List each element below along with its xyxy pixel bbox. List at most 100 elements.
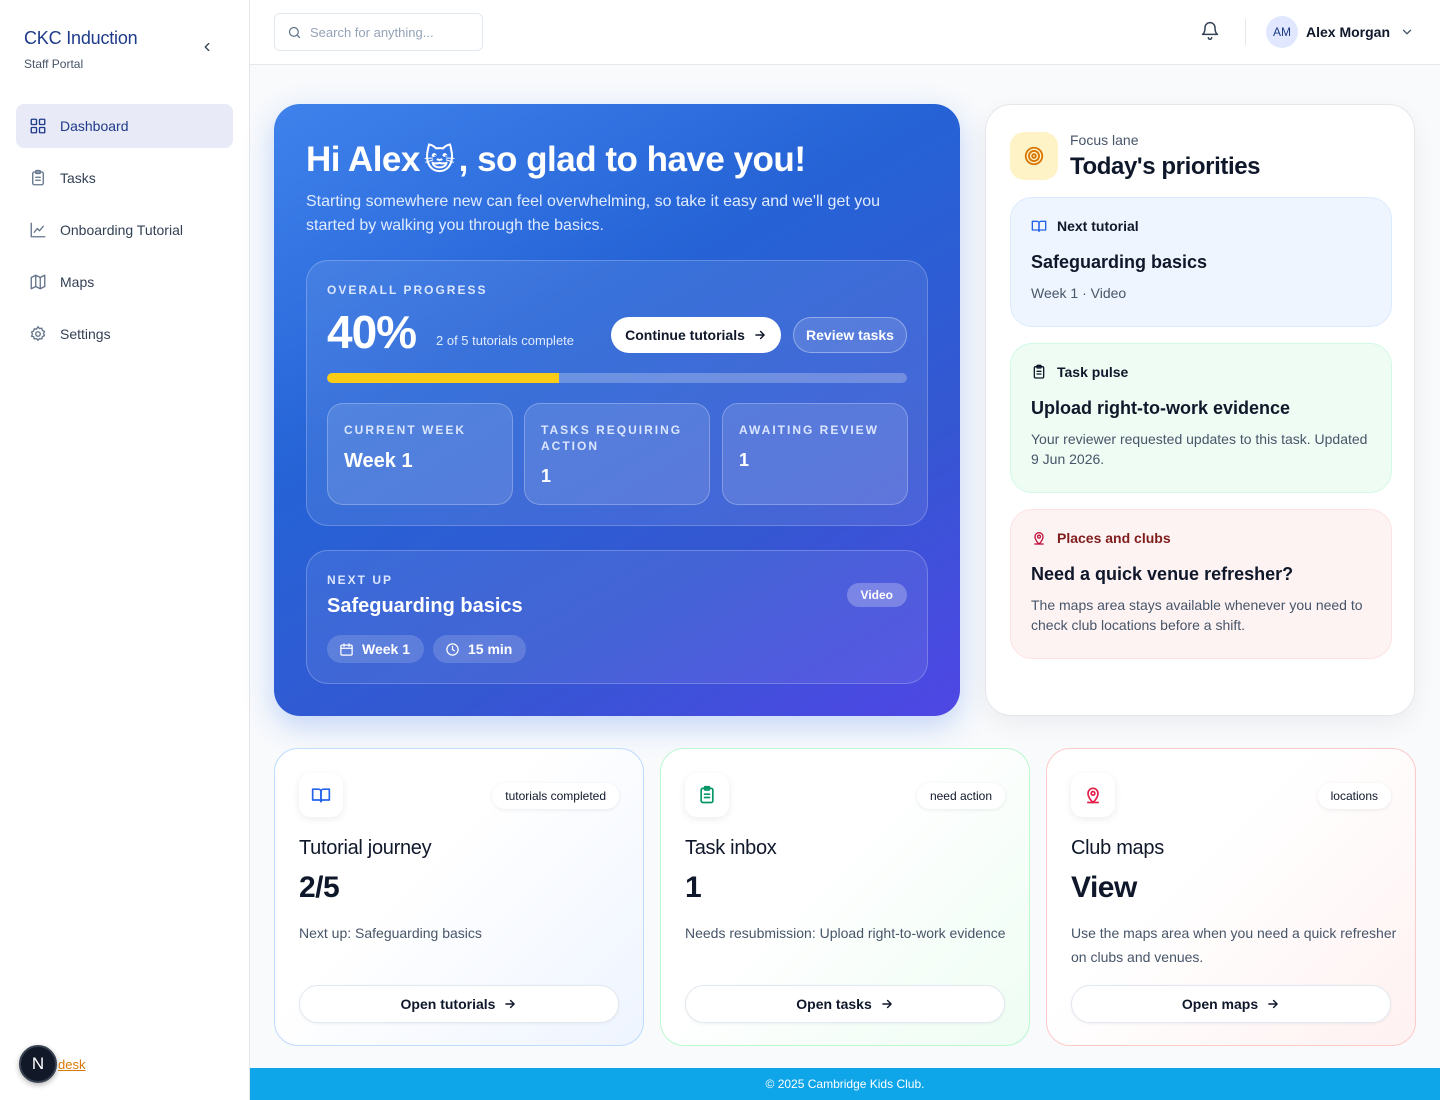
week-chip: Week 1 bbox=[327, 635, 424, 663]
sidebar-item-label: Maps bbox=[60, 274, 95, 290]
sidebar-item-tasks[interactable]: Tasks bbox=[16, 156, 233, 200]
arrow-right-icon bbox=[505, 999, 516, 1009]
focus-title: Today's priorities bbox=[1070, 153, 1261, 180]
sidebar: CKC Induction Staff Portal Dashboard Tas… bbox=[0, 0, 250, 1100]
target-icon bbox=[1010, 132, 1058, 180]
priority-card-body: Week 1 · Video bbox=[1031, 285, 1127, 301]
sidebar-nav: Dashboard Tasks Onboarding Tutorial Maps… bbox=[16, 104, 233, 364]
card-description: Next up: Safeguarding basics bbox=[299, 925, 482, 941]
priority-card-body: Your reviewer requested updates to this … bbox=[1031, 431, 1368, 467]
clock-icon bbox=[446, 642, 459, 656]
button-label: Open tutorials bbox=[400, 996, 496, 1012]
card-metric: View bbox=[1071, 871, 1137, 904]
sidebar-item-settings[interactable]: Settings bbox=[16, 312, 233, 356]
search-box[interactable] bbox=[274, 13, 483, 51]
brand: CKC Induction Staff Portal bbox=[24, 28, 138, 71]
progress-bar-fill bbox=[327, 373, 559, 383]
search-input[interactable] bbox=[310, 24, 470, 40]
hero-intro: Starting somewhere new can feel overwhel… bbox=[306, 193, 881, 234]
duration-chip: 15 min bbox=[433, 635, 527, 663]
topbar-divider bbox=[1245, 19, 1246, 45]
stat-value: 1 bbox=[739, 450, 750, 470]
priority-card-head: Next tutorial bbox=[1031, 218, 1371, 234]
priority-card-head-label: Next tutorial bbox=[1057, 218, 1139, 234]
brand-title: CKC Induction bbox=[24, 28, 138, 48]
desk-link[interactable]: desk bbox=[58, 1057, 85, 1072]
stat-current-week: CURRENT WEEK Week 1 bbox=[327, 403, 513, 505]
search-icon bbox=[288, 26, 301, 38]
page-footer: © 2025 Cambridge Kids Club. bbox=[250, 1068, 1440, 1100]
notifications-button[interactable] bbox=[1200, 21, 1222, 43]
task-inbox-card: need action Task inbox 1 Needs resubmiss… bbox=[660, 748, 1030, 1046]
card-description: Needs resubmission: Upload right-to-work… bbox=[685, 925, 1006, 941]
arrow-right-icon bbox=[1268, 999, 1278, 1009]
open-tasks-button[interactable]: Open tasks bbox=[685, 985, 1005, 1023]
priority-card-next-tutorial[interactable]: Next tutorial Safeguarding basics Week 1… bbox=[1010, 197, 1392, 327]
stat-label: CURRENT WEEK bbox=[344, 423, 466, 437]
sidebar-item-label: Settings bbox=[60, 326, 111, 342]
stat-label: AWAITING REVIEW bbox=[739, 423, 880, 437]
tutorial-journey-card: tutorials completed Tutorial journey 2/5… bbox=[274, 748, 644, 1046]
stat-value: Week 1 bbox=[344, 450, 413, 472]
chevron-left-icon bbox=[204, 42, 210, 52]
next-up-label: NEXT UP bbox=[327, 573, 394, 587]
sidebar-item-label: Onboarding Tutorial bbox=[60, 222, 183, 238]
chevron-down-icon bbox=[1400, 25, 1414, 39]
priority-card-head-label: Places and clubs bbox=[1057, 530, 1171, 546]
stat-label: TASKS REQUIRING ACTION bbox=[541, 423, 683, 453]
duration-chip-label: 15 min bbox=[468, 641, 513, 657]
user-menu[interactable]: AM Alex Morgan bbox=[1266, 16, 1414, 48]
greeting-end: , so glad to have you! bbox=[458, 140, 806, 179]
welcome-hero: Hi Alex 😺 , so glad to have you! Startin… bbox=[274, 104, 960, 716]
book-open-icon bbox=[1031, 220, 1047, 232]
open-maps-button[interactable]: Open maps bbox=[1071, 985, 1391, 1023]
next-up-type-badge: Video bbox=[846, 583, 907, 607]
calendar-icon bbox=[340, 642, 353, 656]
collapse-sidebar-button[interactable] bbox=[196, 36, 218, 58]
progress-summary: 2 of 5 tutorials complete bbox=[436, 333, 575, 348]
chart-line-icon bbox=[28, 220, 48, 240]
priority-card-body: The maps area stays available whenever y… bbox=[1031, 597, 1363, 633]
map-icon bbox=[28, 272, 48, 292]
card-metric: 1 bbox=[685, 871, 702, 904]
priority-card-head: Task pulse bbox=[1031, 364, 1371, 380]
card-title: Tutorial journey bbox=[299, 837, 432, 859]
sidebar-item-dashboard[interactable]: Dashboard bbox=[16, 104, 233, 148]
card-pill: locations bbox=[1317, 783, 1391, 809]
week-chip-label: Week 1 bbox=[362, 641, 410, 657]
priority-card-title: Upload right-to-work evidence bbox=[1031, 398, 1291, 418]
map-pin-icon bbox=[1034, 532, 1044, 545]
open-tutorials-button[interactable]: Open tutorials bbox=[299, 985, 619, 1023]
card-description: Use the maps area when you need a quick … bbox=[1071, 925, 1397, 965]
card-metric: 2/5 bbox=[299, 871, 340, 904]
priority-card-task-pulse[interactable]: Task pulse Upload right-to-work evidence… bbox=[1010, 343, 1392, 493]
clipboard-icon bbox=[1033, 364, 1045, 379]
stat-value: 1 bbox=[541, 466, 552, 486]
sidebar-item-label: Tasks bbox=[60, 170, 96, 186]
continue-tutorials-button[interactable]: Continue tutorials bbox=[611, 317, 781, 353]
avatar: AM bbox=[1266, 16, 1298, 48]
card-title: Club maps bbox=[1071, 837, 1164, 859]
dev-tools-badge[interactable]: N bbox=[19, 1045, 57, 1083]
priority-card-places-clubs[interactable]: Places and clubs Need a quick venue refr… bbox=[1010, 509, 1392, 659]
next-up-card[interactable]: NEXT UP Safeguarding basics Video Week 1… bbox=[306, 550, 928, 684]
card-title: Task inbox bbox=[685, 837, 777, 859]
priority-card-head-label: Task pulse bbox=[1057, 364, 1129, 380]
arrow-right-icon bbox=[881, 999, 892, 1009]
user-name: Alex Morgan bbox=[1306, 24, 1391, 40]
button-label: Open tasks bbox=[796, 996, 872, 1012]
focus-kicker: Focus lane bbox=[1070, 132, 1139, 148]
priority-card-title: Safeguarding basics bbox=[1031, 252, 1208, 272]
progress-label: OVERALL PROGRESS bbox=[327, 283, 488, 297]
sidebar-item-onboarding-tutorial[interactable]: Onboarding Tutorial bbox=[16, 208, 233, 252]
priority-card-head: Places and clubs bbox=[1031, 530, 1371, 546]
hero-greeting: Hi Alex 😺 , so glad to have you! bbox=[306, 140, 806, 180]
footer-copyright: © 2025 Cambridge Kids Club. bbox=[765, 1077, 925, 1091]
stat-tasks-requiring-action: TASKS REQUIRING ACTION 1 bbox=[524, 403, 710, 505]
overall-progress-card: OVERALL PROGRESS 40% 2 of 5 tutorials co… bbox=[306, 260, 928, 526]
review-tasks-button[interactable]: Review tasks bbox=[793, 317, 907, 353]
card-pill: tutorials completed bbox=[492, 783, 619, 809]
continue-tutorials-label: Continue tutorials bbox=[625, 327, 745, 343]
book-open-icon bbox=[299, 773, 343, 817]
sidebar-item-maps[interactable]: Maps bbox=[16, 260, 233, 304]
